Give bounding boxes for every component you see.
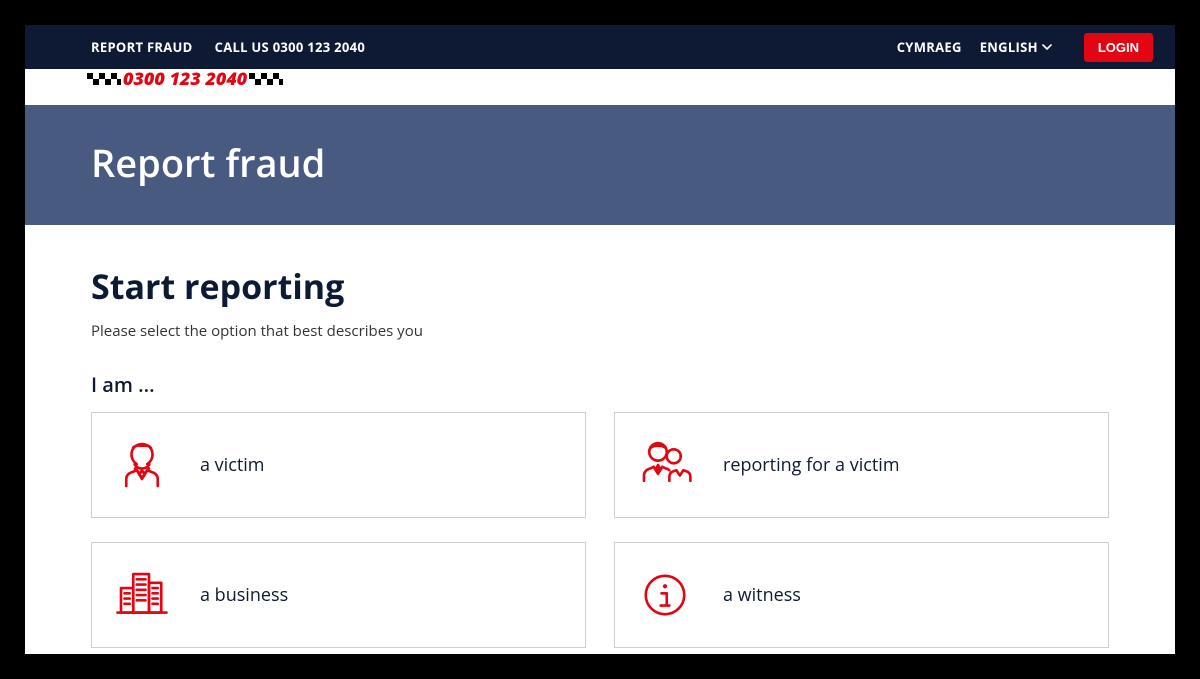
brand-logo: 0300 123 2040 bbox=[87, 67, 283, 91]
section-subtitle: Please select the option that best descr… bbox=[91, 321, 1109, 341]
card-reporting-for-victim-label: reporting for a victim bbox=[723, 453, 899, 477]
lang-english-dropdown[interactable]: ENGLISH bbox=[980, 38, 1052, 56]
login-button[interactable]: LOGIN bbox=[1084, 33, 1153, 62]
card-victim-label: a victim bbox=[200, 453, 264, 477]
people-icon bbox=[637, 437, 693, 493]
window-frame: REPORT FRAUD CALL US 0300 123 2040 CYMRA… bbox=[0, 0, 1200, 679]
checker-pattern-left bbox=[87, 73, 121, 85]
brand-strip: 0300 123 2040 bbox=[25, 69, 1175, 105]
page: REPORT FRAUD CALL US 0300 123 2040 CYMRA… bbox=[25, 25, 1175, 654]
card-business[interactable]: a business bbox=[91, 542, 586, 648]
page-title: Report fraud bbox=[91, 137, 1109, 189]
nav-call-us-link[interactable]: CALL US 0300 123 2040 bbox=[215, 38, 366, 56]
checker-pattern-right bbox=[249, 73, 283, 85]
building-icon bbox=[114, 567, 170, 623]
card-witness[interactable]: a witness bbox=[614, 542, 1109, 648]
chevron-down-icon bbox=[1042, 42, 1052, 52]
language-switcher: CYMRAEG ENGLISH LOGIN bbox=[897, 33, 1153, 62]
brand-phone-number: 0300 123 2040 bbox=[121, 67, 249, 91]
section-heading: Start reporting bbox=[91, 263, 1109, 309]
i-am-label: I am ... bbox=[91, 371, 1109, 398]
nav-report-fraud-link[interactable]: REPORT FRAUD bbox=[91, 38, 193, 56]
option-cards: a victim reporting for a bbox=[91, 412, 1109, 648]
card-reporting-for-victim[interactable]: reporting for a victim bbox=[614, 412, 1109, 518]
topbar-left: REPORT FRAUD CALL US 0300 123 2040 bbox=[91, 38, 365, 56]
info-icon bbox=[637, 567, 693, 623]
hero-banner: Report fraud bbox=[25, 105, 1175, 225]
card-victim[interactable]: a victim bbox=[91, 412, 586, 518]
card-business-label: a business bbox=[200, 583, 288, 607]
lang-english-label: ENGLISH bbox=[980, 38, 1038, 56]
main-content: Start reporting Please select the option… bbox=[25, 225, 1175, 654]
card-witness-label: a witness bbox=[723, 583, 801, 607]
lang-cymraeg-link[interactable]: CYMRAEG bbox=[897, 38, 962, 56]
person-icon bbox=[114, 437, 170, 493]
topbar: REPORT FRAUD CALL US 0300 123 2040 CYMRA… bbox=[25, 25, 1175, 69]
